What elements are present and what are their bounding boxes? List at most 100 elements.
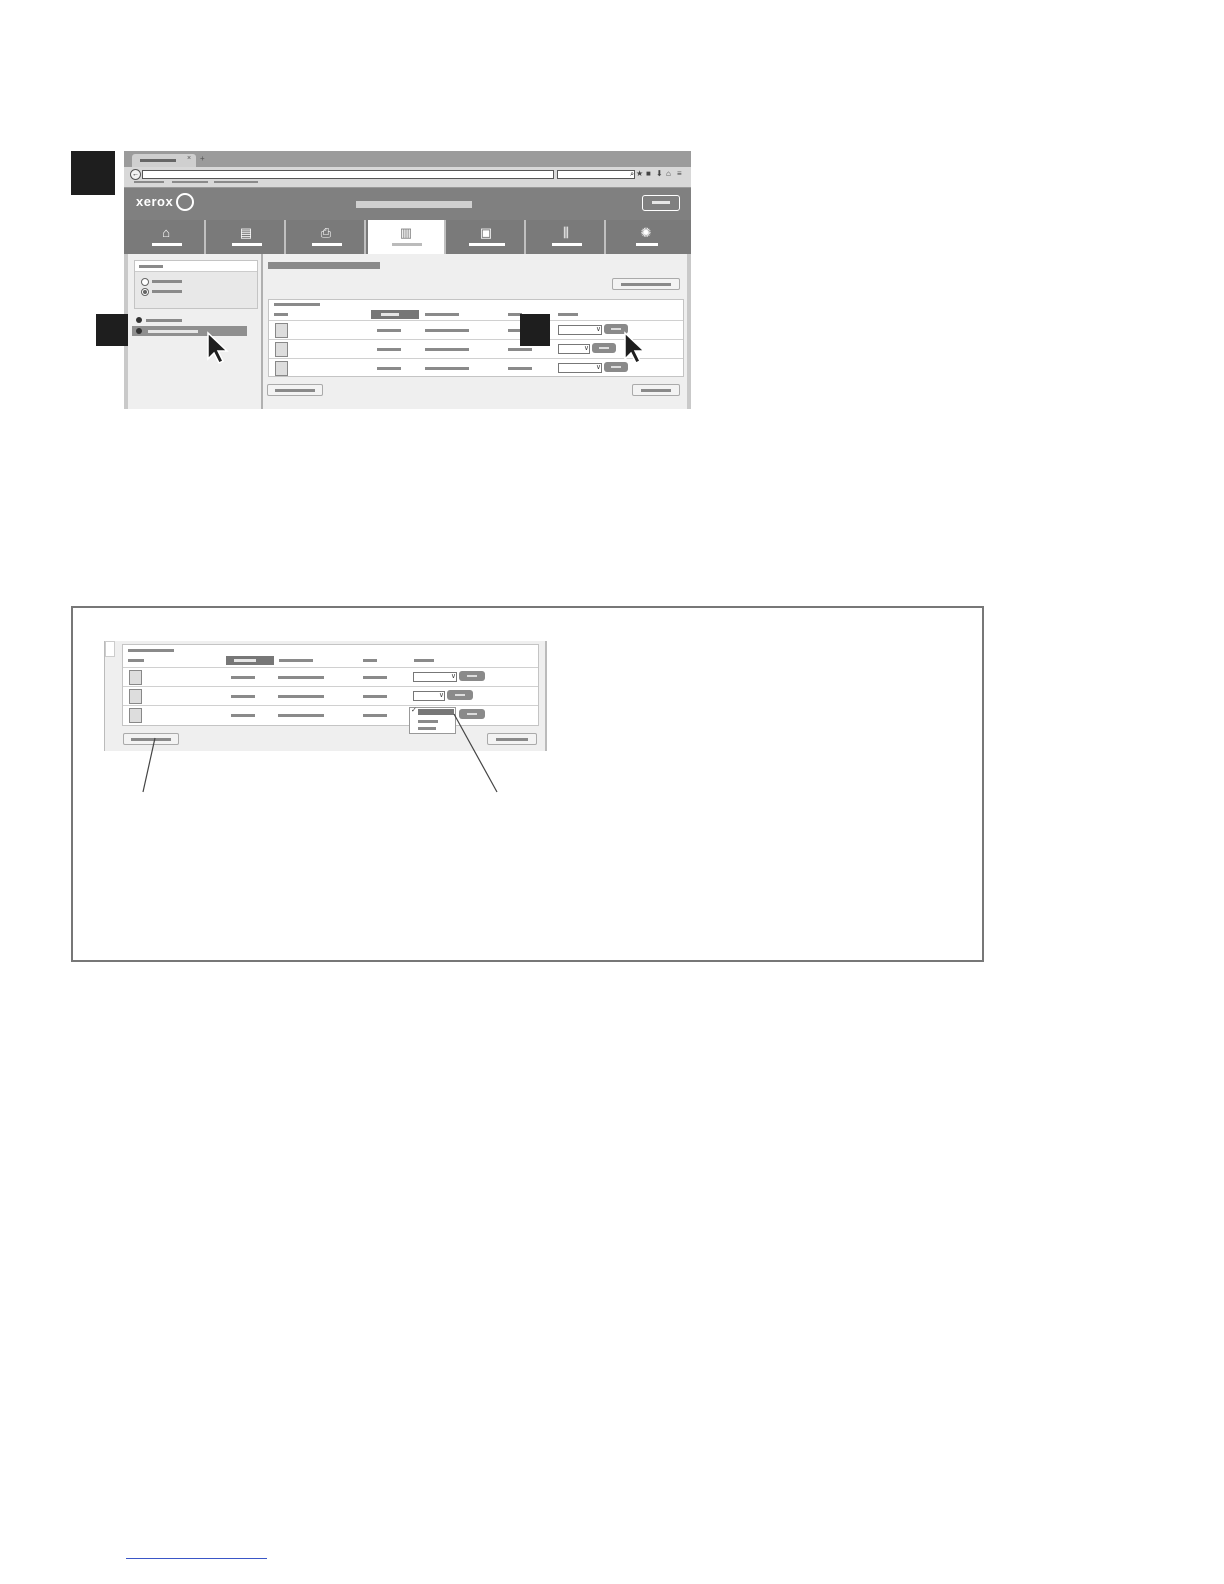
cell <box>425 348 469 351</box>
chevron-down-icon: ∨ <box>438 692 444 699</box>
tab-strip: × + <box>124 151 691 167</box>
table-row[interactable]: ∨ <box>123 686 538 705</box>
button-label <box>275 389 315 392</box>
cell <box>363 695 387 698</box>
radio-label <box>152 280 182 283</box>
panel-title <box>139 265 163 268</box>
dropdown-option[interactable] <box>418 720 438 723</box>
new-tab-icon[interactable]: + <box>200 154 205 163</box>
browser-tab[interactable]: × <box>132 154 196 167</box>
support-icon: ✺ <box>640 225 652 240</box>
column-header <box>128 659 144 662</box>
chevron-down-icon: ∨ <box>595 326 601 333</box>
sidebar-item[interactable] <box>146 319 182 322</box>
action-dropdown-open[interactable]: ✓ <box>409 707 456 734</box>
cell <box>508 348 532 351</box>
nav-tab-address-book[interactable]: ▣ <box>448 220 526 254</box>
nav-tab-home[interactable]: ⌂ <box>128 220 206 254</box>
address-bar[interactable] <box>142 170 554 179</box>
printer-icon: ⎙ <box>320 225 332 240</box>
browser-window: × + ← ⌕ ★ ■ ⬇ ⌂ ≡ xerox ⌂ ▤ ⎙ ▥ ▣ ⫼ ✺ ∨ … <box>124 151 691 409</box>
address-book-icon: ▣ <box>479 225 493 240</box>
column-header-sorted[interactable] <box>371 310 419 319</box>
button-label <box>641 389 671 392</box>
nav-tab-support[interactable]: ✺ <box>608 220 686 254</box>
scroll-tab <box>105 641 115 657</box>
action-select[interactable]: ∨ <box>558 325 602 335</box>
action-select[interactable]: ∨ <box>558 344 590 354</box>
go-button[interactable] <box>592 343 616 353</box>
sidebar-item-label <box>148 330 198 333</box>
back-icon[interactable]: ← <box>130 169 141 180</box>
table-row[interactable]: ∨ <box>123 667 538 686</box>
nav-tab-trays[interactable]: ▤ <box>208 220 286 254</box>
cell <box>377 367 401 370</box>
library-icon[interactable]: ■ <box>646 169 651 178</box>
dropdown-option-selected[interactable] <box>418 709 454 715</box>
cell <box>377 348 401 351</box>
document-icon <box>129 670 142 685</box>
step-marker-3 <box>520 314 550 346</box>
cell <box>278 676 324 679</box>
bottom-left-button[interactable] <box>267 384 323 396</box>
nav-tab-label <box>392 243 422 246</box>
bookmark-item[interactable] <box>214 181 258 183</box>
home-icon[interactable]: ⌂ <box>666 169 671 178</box>
table-row[interactable]: ∨ <box>269 358 683 377</box>
cell <box>363 714 387 717</box>
nav-tab-properties[interactable]: ⫼ <box>528 220 606 254</box>
login-button[interactable] <box>642 195 680 211</box>
column-header-sorted[interactable] <box>226 656 274 665</box>
menu-icon[interactable]: ≡ <box>677 169 682 178</box>
step-marker-2 <box>96 314 128 346</box>
table-row[interactable]: ∨ <box>269 320 683 339</box>
xerox-logo: xerox <box>136 194 174 209</box>
action-select[interactable]: ∨ <box>413 691 445 701</box>
cell <box>425 329 469 332</box>
top-action-button[interactable] <box>612 278 680 290</box>
device-name <box>356 201 472 208</box>
callout-leader-line-right <box>453 713 498 793</box>
column-header <box>279 659 313 662</box>
button-label <box>496 738 528 741</box>
button-label <box>621 283 671 286</box>
download-icon[interactable]: ⬇ <box>656 169 663 178</box>
nav-tab-label <box>469 243 505 246</box>
bullet-icon <box>136 317 142 323</box>
jobs-table: ∨ ∨ ∨ <box>268 299 684 377</box>
search-field[interactable]: ⌕ <box>557 170 635 179</box>
nav-tab-label <box>636 243 658 246</box>
callout-leader-line-left <box>142 737 156 793</box>
table-row[interactable]: ∨ <box>269 339 683 358</box>
action-select[interactable]: ∨ <box>558 363 602 373</box>
bookmark-item[interactable] <box>172 181 208 183</box>
app-header: xerox <box>124 188 691 220</box>
filter-radio-2[interactable] <box>141 288 149 296</box>
filter-radio-1[interactable] <box>141 278 149 286</box>
go-button[interactable] <box>447 690 473 700</box>
cell <box>231 714 255 717</box>
document-icon <box>275 361 288 376</box>
column-header <box>414 659 434 662</box>
bookmark-item[interactable] <box>134 181 164 183</box>
nav-tab-label <box>312 243 342 246</box>
tray-icon: ▤ <box>239 225 253 240</box>
bottom-right-button[interactable] <box>632 384 680 396</box>
go-button[interactable] <box>459 671 485 681</box>
image-document-icon <box>275 342 288 357</box>
bullet-icon <box>136 328 142 334</box>
dropdown-option[interactable] <box>418 727 436 730</box>
cell <box>508 367 532 370</box>
login-label <box>652 201 670 204</box>
bookmark-star-icon[interactable]: ★ <box>636 169 643 178</box>
step-marker-1 <box>71 151 115 195</box>
column-header-label <box>381 313 399 316</box>
action-select[interactable]: ∨ <box>413 672 457 682</box>
checkmark-icon: ✓ <box>411 707 417 714</box>
column-header <box>425 313 459 316</box>
close-tab-icon[interactable]: × <box>187 155 191 162</box>
nav-tab-print[interactable]: ⎙ <box>288 220 366 254</box>
nav-tab-jobs[interactable]: ▥ <box>368 220 446 254</box>
tools-icon: ⫼ <box>563 225 569 240</box>
column-header-label <box>234 659 256 662</box>
